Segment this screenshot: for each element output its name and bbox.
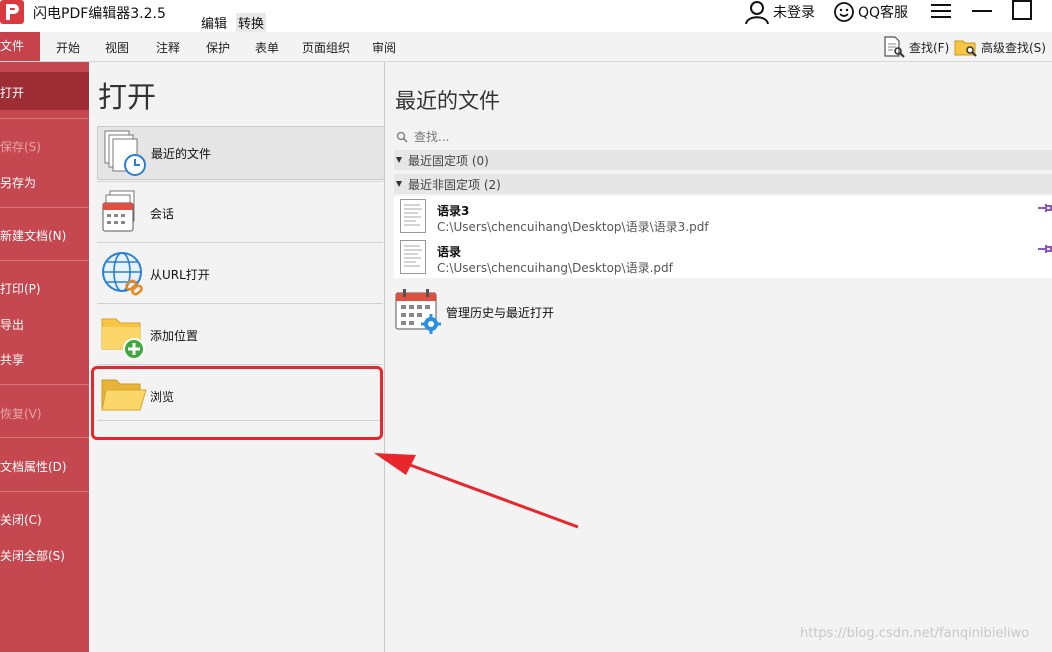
sidebar-item-save-as[interactable]: 另存为 (0, 174, 36, 191)
recent-file-name: 语录 (437, 245, 462, 259)
recent-file-path: C:\Users\chencuihang\Desktop\语录.pdf (437, 261, 673, 275)
ribbon-tab-file[interactable]: 文件 (0, 32, 40, 61)
ribbon-tab-protect[interactable]: 保护 (206, 39, 230, 56)
recent-file-path: C:\Users\chencuihang\Desktop\语录\语录3.pdf (437, 220, 709, 234)
sidebar-item-share[interactable]: 共享 (0, 351, 24, 368)
pinned-section-header[interactable]: 最近固定项 (0) (394, 150, 1052, 170)
annotation-highlight-box (91, 366, 383, 440)
recent-search-box[interactable] (396, 128, 1052, 146)
open-option-divider (97, 181, 383, 182)
pinned-section-label: 最近固定项 (0) (408, 153, 489, 168)
qq-service-label: QQ客服 (858, 5, 909, 21)
pin-icon[interactable] (1038, 202, 1052, 214)
manage-history-label: 管理历史与最近打开 (446, 306, 555, 320)
advanced-find-folder-icon (954, 40, 977, 57)
advanced-find-button[interactable]: 高级查找(S) (954, 36, 1046, 58)
sidebar-item-save: 保存(S) (0, 140, 41, 154)
find-button[interactable]: 查找(F) (882, 36, 949, 58)
user-icon (745, 1, 769, 24)
smiley-icon (834, 2, 854, 22)
search-icon (396, 131, 408, 143)
open-option-label: 添加位置 (150, 329, 199, 343)
ribbon-tab-comment[interactable]: 注释 (156, 39, 180, 56)
watermark-text: https://blog.csdn.net/fanqinibieliwo (800, 626, 1030, 641)
sidebar-divider (0, 437, 89, 438)
recent-files-icon (104, 130, 146, 176)
open-option-label: 从URL打开 (150, 268, 210, 282)
find-document-icon (884, 36, 905, 58)
ribbon-tab-view[interactable]: 视图 (105, 39, 129, 56)
login-button[interactable]: 未登录 (744, 0, 815, 24)
open-option-divider (97, 303, 383, 304)
folder-add-icon (101, 318, 145, 359)
unpinned-section-label: 最近非固定项 (2) (408, 177, 501, 192)
recent-file-row[interactable]: 语录 C:\Users\chencuihang\Desktop\语录.pdf (394, 237, 1052, 278)
app-title: 闪电PDF编辑器3.2.5 (33, 6, 166, 22)
sidebar-item-recover: 恢复(V) (0, 407, 42, 421)
maximize-icon[interactable] (1012, 0, 1032, 20)
recent-search-input[interactable] (414, 130, 614, 144)
recent-files-title: 最近的文件 (395, 89, 500, 113)
session-calendar-icon (102, 190, 135, 232)
manage-history-button[interactable]: 管理历史与最近打开 (394, 286, 694, 336)
open-option-session[interactable]: 会话 (97, 187, 383, 239)
app-logo-icon (0, 0, 24, 24)
recent-file-row[interactable]: 语录3 C:\Users\chencuihang\Desktop\语录\语录3.… (394, 196, 1052, 237)
ribbon-tab-home[interactable]: 开始 (56, 39, 80, 56)
sidebar-item-print[interactable]: 打印(P) (0, 280, 41, 297)
recent-file-name: 语录3 (437, 204, 470, 218)
sidebar-item-new-document[interactable]: 新建文档(N) (0, 227, 66, 244)
ribbon-tab-form[interactable]: 表单 (255, 39, 279, 56)
pdf-thumbnail-icon (400, 199, 426, 233)
pin-icon[interactable] (1038, 243, 1052, 255)
open-option-divider (97, 364, 383, 365)
sidebar-divider (0, 384, 89, 385)
open-option-label: 最近的文件 (151, 147, 212, 161)
login-label: 未登录 (773, 5, 815, 21)
title-tab-convert[interactable]: 转换 (236, 13, 267, 32)
pdf-thumbnail-icon (400, 240, 426, 274)
find-label: 查找(F) (909, 40, 950, 55)
open-option-from-url[interactable]: 从URL打开 (97, 248, 383, 300)
sidebar-divider (0, 118, 89, 119)
title-tab-edit[interactable]: 编辑 (199, 13, 229, 32)
sidebar-item-close[interactable]: 关闭(C) (0, 511, 42, 528)
sidebar-item-document-properties[interactable]: 文档属性(D) (0, 458, 67, 475)
collapse-triangle-icon (396, 157, 402, 163)
hamburger-menu-icon[interactable] (931, 3, 951, 19)
calendar-settings-icon (395, 289, 441, 334)
sidebar-item-close-all[interactable]: 关闭全部(S) (0, 547, 65, 564)
open-option-divider (97, 242, 383, 243)
qq-service-button[interactable]: QQ客服 (833, 0, 908, 24)
open-option-add-location[interactable]: 添加位置 (97, 309, 383, 361)
sidebar-divider (0, 491, 89, 492)
open-option-label: 会话 (150, 207, 175, 221)
sidebar-divider (0, 207, 89, 208)
unpinned-section-header[interactable]: 最近非固定项 (2) (394, 174, 1052, 194)
sidebar-item-export[interactable]: 导出 (0, 316, 24, 333)
collapse-triangle-icon (396, 181, 402, 187)
ribbon-tab-review[interactable]: 审阅 (372, 39, 396, 56)
advanced-find-label: 高级查找(S) (981, 40, 1046, 55)
sidebar-item-open[interactable]: 打开 (0, 84, 24, 101)
sidebar-divider (0, 260, 89, 261)
open-panel-title: 打开 (98, 80, 157, 114)
globe-link-icon (102, 252, 143, 296)
open-option-recent-files[interactable]: 最近的文件 (97, 126, 385, 180)
minimize-icon[interactable] (972, 3, 992, 19)
annotation-arrow (374, 453, 579, 529)
ribbon-tab-organize-pages[interactable]: 页面组织 (302, 39, 350, 56)
